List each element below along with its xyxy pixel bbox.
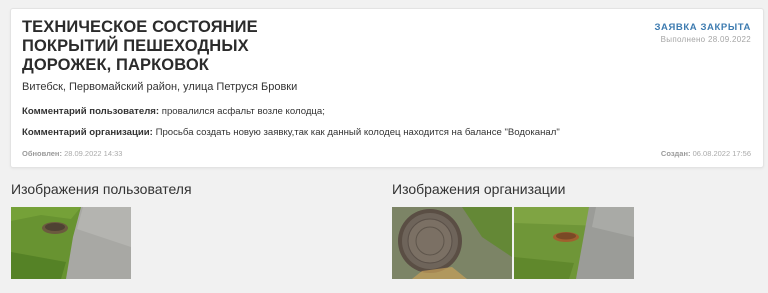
org-comment: Комментарий организации: Просьба создать…: [22, 127, 560, 138]
created-meta: Создан: 06.08.2022 17:56: [661, 149, 751, 158]
updated-label: Обновлен:: [22, 149, 62, 158]
user-photo-thumbnail[interactable]: [11, 207, 131, 279]
updated-meta: Обновлен: 28.09.2022 14:33: [22, 149, 122, 158]
user-comment-text: провалился асфальт возле колодца;: [161, 106, 325, 117]
status-completed-date: Выполнено 28.09.2022: [660, 35, 751, 44]
org-photo-thumbnail-1[interactable]: [392, 207, 512, 279]
org-images-title: Изображения организации: [392, 181, 566, 197]
user-comment-label: Комментарий пользователя:: [22, 106, 160, 117]
org-comment-label: Комментарий организации:: [22, 127, 153, 138]
created-label: Создан:: [660, 149, 691, 158]
org-photo-thumbnail-2[interactable]: [514, 207, 634, 279]
status-block: ЗАЯВКА ЗАКРЫТА Выполнено 28.09.2022: [654, 22, 751, 44]
org-comment-text: Просьба создать новую заявку,так как дан…: [155, 127, 560, 138]
status-badge: ЗАЯВКА ЗАКРЫТА: [654, 22, 751, 33]
user-images-title: Изображения пользователя: [11, 181, 192, 197]
request-card: ТЕХНИЧЕСКОЕ СОСТОЯНИЕ ПОКРЫТИЙ ПЕШЕХОДНЫ…: [10, 8, 764, 168]
request-title: ТЕХНИЧЕСКОЕ СОСТОЯНИЕ ПОКРЫТИЙ ПЕШЕХОДНЫ…: [22, 18, 258, 74]
request-address: Витебск, Первомайский район, улица Петру…: [22, 81, 298, 93]
user-comment: Комментарий пользователя: провалился асф…: [22, 106, 325, 117]
updated-value: 28.09.2022 14:33: [64, 149, 123, 158]
created-value: 06.08.2022 17:56: [692, 149, 751, 158]
